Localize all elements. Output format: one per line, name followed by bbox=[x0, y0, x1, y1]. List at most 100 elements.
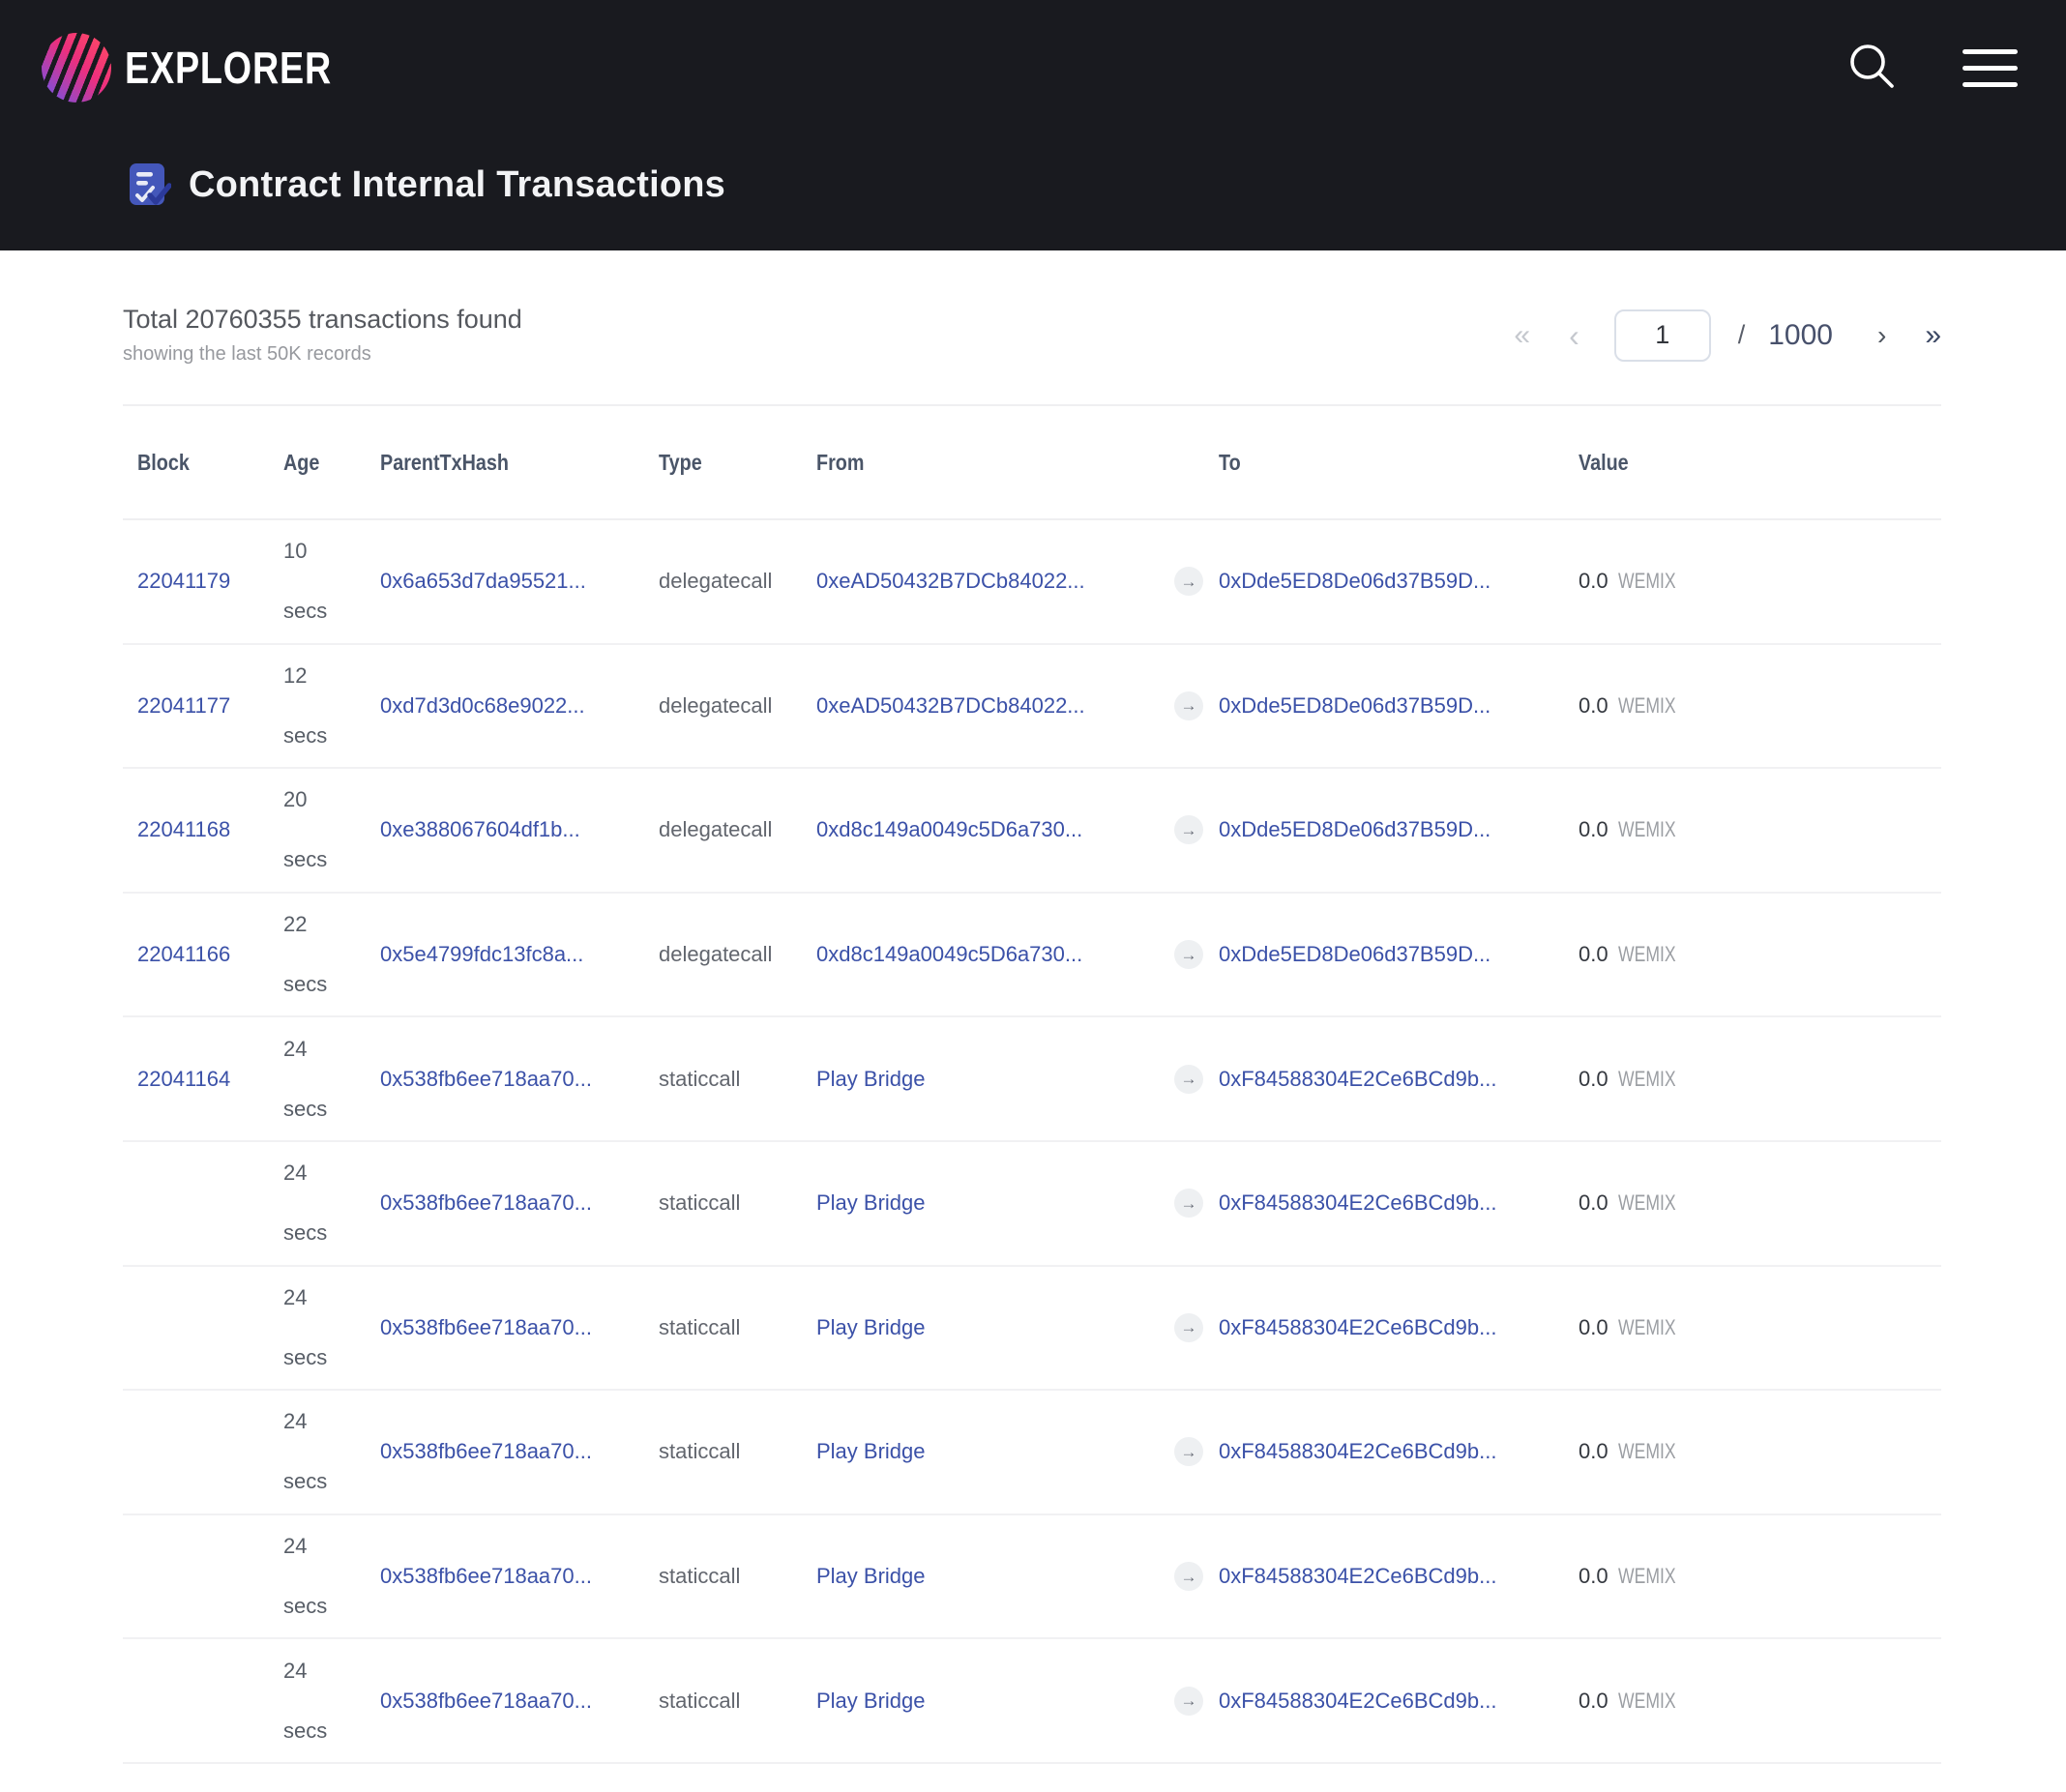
arrow-right-icon: → bbox=[1174, 691, 1203, 720]
parent-tx-hash-link[interactable]: 0x538fb6ee718aa70... bbox=[380, 1439, 592, 1463]
from-link[interactable]: Play Bridge bbox=[816, 1315, 926, 1339]
type-cell: delegatecall bbox=[659, 693, 816, 719]
brand-row: EXPLORER bbox=[42, 0, 2018, 103]
block-link[interactable]: 22041164 bbox=[137, 1067, 230, 1091]
value-cell: 0.0WEMIX bbox=[1579, 1315, 1941, 1340]
value-unit: WEMIX bbox=[1618, 569, 1676, 594]
type-cell: delegatecall bbox=[659, 817, 816, 842]
from-link[interactable]: 0xeAD50432B7DCb84022... bbox=[816, 693, 1085, 718]
first-page-button[interactable]: « bbox=[1514, 321, 1530, 350]
table-header-row: Block Age ParentTxHash Type From To Valu… bbox=[123, 404, 1941, 520]
age-cell: 24secs bbox=[283, 1160, 380, 1246]
from-link[interactable]: 0xd8c149a0049c5D6a730... bbox=[816, 817, 1082, 841]
to-link[interactable]: 0xF84588304E2Ce6BCd9b... bbox=[1219, 1689, 1496, 1713]
arrow-right-icon: → bbox=[1174, 1687, 1203, 1716]
age-value: 22 bbox=[283, 912, 380, 937]
from-link[interactable]: 0xeAD50432B7DCb84022... bbox=[816, 569, 1085, 593]
value-amount: 0.0 bbox=[1579, 1067, 1609, 1092]
from-link[interactable]: Play Bridge bbox=[816, 1190, 926, 1215]
total-count-text: Total 20760355 transactions found bbox=[123, 305, 522, 335]
parent-tx-hash-link[interactable]: 0x5e4799fdc13fc8a... bbox=[380, 942, 583, 966]
from-link[interactable]: Play Bridge bbox=[816, 1439, 926, 1463]
page-title: Contract Internal Transactions bbox=[189, 164, 725, 206]
summary-block: Total 20760355 transactions found showin… bbox=[123, 305, 522, 366]
value-amount: 0.0 bbox=[1579, 1564, 1609, 1589]
to-link[interactable]: 0xDde5ED8De06d37B59D... bbox=[1219, 942, 1490, 966]
prev-page-button[interactable]: ‹ bbox=[1569, 320, 1579, 351]
type-cell: delegatecall bbox=[659, 942, 816, 967]
search-icon bbox=[1846, 41, 1899, 93]
value-cell: 0.0 WEMIX bbox=[1579, 569, 1941, 594]
value-amount: 0.0 bbox=[1579, 1439, 1609, 1464]
from-link[interactable]: Play Bridge bbox=[816, 1689, 926, 1713]
from-link[interactable]: Play Bridge bbox=[816, 1564, 926, 1588]
value-cell: 0.0WEMIX bbox=[1579, 1067, 1941, 1092]
from-link[interactable]: 0xd8c149a0049c5D6a730... bbox=[816, 942, 1082, 966]
block-link[interactable]: 22041177 bbox=[137, 693, 230, 718]
from-link[interactable]: Play Bridge bbox=[816, 1067, 926, 1091]
parent-tx-hash-link[interactable]: 0xe388067604df1b... bbox=[380, 817, 580, 841]
value-cell: 0.0WEMIX bbox=[1579, 942, 1941, 967]
value-amount: 0.0 bbox=[1579, 569, 1609, 594]
column-header-value: Value bbox=[1579, 450, 1941, 476]
header-actions bbox=[1846, 41, 2018, 96]
age-unit: secs bbox=[283, 599, 380, 624]
value-amount: 0.0 bbox=[1579, 1689, 1609, 1714]
age-cell: 10secs bbox=[283, 539, 380, 624]
age-unit: secs bbox=[283, 1719, 380, 1744]
value-amount: 0.0 bbox=[1579, 1190, 1609, 1216]
page-number-input[interactable] bbox=[1614, 309, 1711, 362]
age-unit: secs bbox=[283, 847, 380, 872]
value-cell: 0.0 WEMIX bbox=[1579, 1190, 1941, 1216]
type-cell: delegatecall bbox=[659, 569, 816, 594]
block-link[interactable]: 22041179 bbox=[137, 569, 230, 593]
to-link[interactable]: 0xDde5ED8De06d37B59D... bbox=[1219, 569, 1490, 593]
type-cell: staticcall bbox=[659, 1564, 816, 1589]
parent-tx-hash-link[interactable]: 0x538fb6ee718aa70... bbox=[380, 1564, 592, 1588]
type-cell: staticcall bbox=[659, 1315, 816, 1340]
to-link[interactable]: 0xF84588304E2Ce6BCd9b... bbox=[1219, 1315, 1496, 1339]
value-cell: 0.0WEMIX bbox=[1579, 1439, 1941, 1464]
page-title-row: Contract Internal Transactions bbox=[129, 162, 2018, 208]
block-link[interactable]: 22041166 bbox=[137, 942, 230, 966]
age-value: 24 bbox=[283, 1659, 380, 1684]
value-cell: 0.0WEMIX bbox=[1579, 817, 1941, 842]
arrow-right-icon: → bbox=[1174, 1189, 1203, 1218]
search-button[interactable] bbox=[1846, 41, 1899, 96]
menu-button[interactable] bbox=[1963, 49, 2018, 87]
parent-tx-hash-link[interactable]: 0x538fb6ee718aa70... bbox=[380, 1315, 592, 1339]
table-row: 2204116424secs0x538fb6ee718aa70...static… bbox=[123, 1017, 1941, 1142]
age-unit: secs bbox=[283, 972, 380, 997]
last-page-button[interactable]: » bbox=[1925, 321, 1941, 350]
parent-tx-hash-link[interactable]: 0x6a653d7da95521... bbox=[380, 569, 586, 593]
parent-tx-hash-link[interactable]: 0x538fb6ee718aa70... bbox=[380, 1067, 592, 1091]
age-cell: 24secs bbox=[283, 1285, 380, 1370]
age-value: 24 bbox=[283, 1285, 380, 1310]
age-value: 24 bbox=[283, 1160, 380, 1186]
type-cell: staticcall bbox=[659, 1067, 816, 1092]
type-cell: staticcall bbox=[659, 1439, 816, 1464]
explorer-logo-icon[interactable] bbox=[42, 33, 111, 103]
to-link[interactable]: 0xF84588304E2Ce6BCd9b... bbox=[1219, 1439, 1496, 1463]
top-header: EXPLORER Contract Internal Transactions bbox=[0, 0, 2066, 250]
parent-tx-hash-link[interactable]: 0xd7d3d0c68e9022... bbox=[380, 693, 585, 718]
next-page-button[interactable]: › bbox=[1877, 322, 1886, 349]
value-amount: 0.0 bbox=[1579, 693, 1609, 719]
brand-name[interactable]: EXPLORER bbox=[125, 42, 332, 94]
to-link[interactable]: 0xF84588304E2Ce6BCd9b... bbox=[1219, 1067, 1496, 1091]
total-pages-label: 1000 bbox=[1768, 319, 1833, 352]
parent-tx-hash-link[interactable]: 0x538fb6ee718aa70... bbox=[380, 1689, 592, 1713]
page-separator: / bbox=[1738, 320, 1746, 350]
age-value: 12 bbox=[283, 663, 380, 689]
age-cell: 22 secs bbox=[283, 912, 380, 997]
to-link[interactable]: 0xDde5ED8De06d37B59D... bbox=[1219, 817, 1490, 841]
to-link[interactable]: 0xDde5ED8De06d37B59D... bbox=[1219, 693, 1490, 718]
age-value: 24 bbox=[283, 1534, 380, 1559]
to-link[interactable]: 0xF84588304E2Ce6BCd9b... bbox=[1219, 1190, 1496, 1215]
to-link[interactable]: 0xF84588304E2Ce6BCd9b... bbox=[1219, 1564, 1496, 1588]
value-unit: WEMIX bbox=[1618, 1190, 1676, 1216]
block-link[interactable]: 22041168 bbox=[137, 817, 230, 841]
arrow-right-icon: → bbox=[1174, 815, 1203, 844]
value-unit: WEMIX bbox=[1618, 1564, 1676, 1589]
parent-tx-hash-link[interactable]: 0x538fb6ee718aa70... bbox=[380, 1190, 592, 1215]
